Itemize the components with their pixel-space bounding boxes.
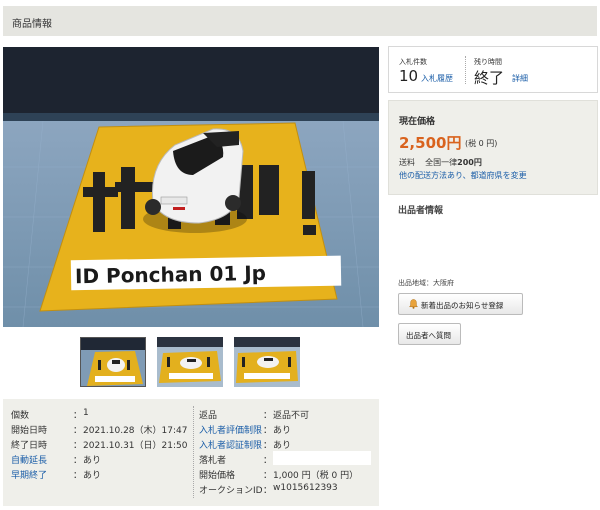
photo-caption: ID Ponchan 01 Jp — [75, 261, 266, 288]
thumbnail-image — [81, 338, 145, 386]
spec-value: 返品不可 — [273, 411, 310, 421]
main-product-photo[interactable]: ID Ponchan 01 Jp — [3, 47, 379, 327]
early-end-link[interactable]: 早期終了 — [11, 468, 47, 481]
other-shipping-link[interactable]: 他の配送方法あり、都道府県を変更 — [399, 170, 527, 181]
bid-count-value: 10 — [399, 67, 419, 85]
section-header: 商品情報 — [3, 6, 597, 36]
bid-history-link[interactable]: 入札履歴 — [421, 73, 453, 84]
thumbnail-3[interactable] — [234, 337, 300, 387]
spec-value: あり — [273, 426, 292, 436]
spec-colon: ： — [73, 426, 83, 436]
spec-key: オークションID — [199, 486, 263, 496]
price-box: 現在価格 2,500円 (税 0 円) 送料 全国一律200円 他の配送方法あり… — [388, 100, 598, 195]
price-title: 現在価格 — [399, 117, 436, 127]
thumbnail-2[interactable] — [157, 337, 223, 387]
spec-colon: ： — [263, 486, 273, 496]
spec-value: 2021.10.31（日）21:50 — [83, 441, 188, 451]
spec-key: 落札者 — [199, 456, 227, 466]
spec-divider — [193, 406, 194, 498]
auction-spec-table: 個数 ： 1 開始日時 ： 2021.10.28（木）17:47 終了日時 ： … — [3, 399, 379, 506]
ask-seller-label: 出品者へ質問 — [406, 331, 451, 340]
shipping-label: 送料 — [399, 158, 415, 167]
spec-value: w1015612393 — [273, 483, 338, 493]
ask-seller-button[interactable]: 出品者へ質問 — [398, 323, 461, 345]
thumbnail-image — [234, 337, 300, 387]
price-tax: (税 0 円) — [465, 139, 498, 148]
current-price: 2,500円 — [399, 134, 462, 152]
winner-value-blank — [273, 451, 371, 465]
shipping-line: 送料 全国一律200円 — [399, 157, 482, 168]
detail-link[interactable]: 詳細 — [512, 73, 528, 84]
spec-value: 2021.10.28（木）17:47 — [83, 426, 188, 436]
bidder-auth-limit-link[interactable]: 入札者認証制限 — [199, 438, 262, 451]
notification-bell-icon — [409, 299, 418, 309]
spec-colon: ： — [73, 456, 83, 466]
spec-value: あり — [83, 456, 102, 466]
bid-box-divider — [465, 56, 466, 84]
shipping-text: 全国一律 — [425, 158, 458, 167]
spec-value: あり — [83, 471, 102, 481]
bid-status-box: 入札件数 10 入札履歴 残り時間 終了 詳細 — [388, 46, 598, 93]
spec-key: 終了日時 — [11, 441, 48, 451]
seller-info-title: 出品者情報 — [398, 206, 444, 216]
page-title: 商品情報 — [12, 19, 52, 30]
spec-colon: ： — [263, 411, 273, 421]
spec-value: 1,000 円（税 0 円） — [273, 471, 359, 481]
thumbnail-1[interactable] — [80, 337, 146, 387]
spec-colon: ： — [263, 456, 273, 466]
spec-colon: ： — [263, 471, 273, 481]
auto-extend-link[interactable]: 自動延長 — [11, 453, 47, 466]
spec-colon: ： — [73, 441, 83, 451]
spec-value: あり — [273, 441, 292, 451]
spec-key: 開始日時 — [11, 426, 48, 436]
shipping-value: 200円 — [457, 158, 482, 167]
spec-key: 開始価格 — [199, 471, 236, 481]
spec-value: 1 — [83, 408, 89, 418]
spec-colon: ： — [73, 411, 83, 421]
spec-colon: ： — [73, 471, 83, 481]
seller-region: 出品地域：大阪府 — [398, 279, 454, 287]
remaining-time-value: 終了 — [474, 69, 505, 87]
thumbnail-image — [157, 337, 223, 387]
spec-key: 個数 — [11, 411, 30, 421]
notify-button-label: 新着出品のお知らせ登録 — [421, 301, 504, 310]
new-listing-notify-button[interactable]: 新着出品のお知らせ登録 — [398, 293, 523, 315]
bid-count-label: 入札件数 — [399, 58, 427, 66]
spec-colon: ： — [263, 426, 273, 436]
photo-illustration: ID Ponchan 01 Jp — [3, 47, 379, 327]
remaining-time-label: 残り時間 — [474, 58, 502, 66]
spec-colon: ： — [263, 441, 273, 451]
spec-key: 返品 — [199, 411, 218, 421]
bidder-rating-limit-link[interactable]: 入札者評価制限 — [199, 423, 262, 436]
